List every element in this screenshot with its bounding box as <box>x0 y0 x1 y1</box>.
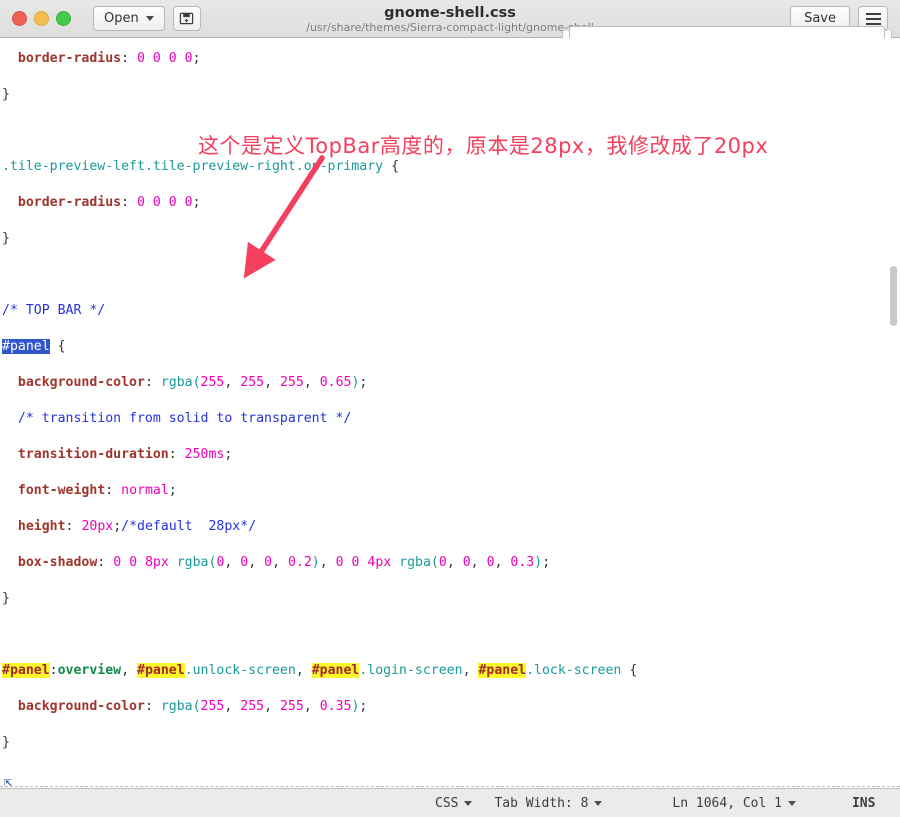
cursor-position-selector[interactable]: Ln 1064, Col 1 <box>672 796 796 811</box>
save-as-button[interactable] <box>172 6 201 31</box>
code-line: box-shadow: 0 0 8px rgba(0, 0, 0, 0.2), … <box>17 555 551 570</box>
vertical-scrollbar[interactable] <box>887 38 900 788</box>
code-line: } <box>2 231 10 246</box>
tab-width-selector[interactable]: Tab Width: 8 <box>494 795 603 811</box>
open-button[interactable]: Open <box>93 6 165 31</box>
cursor-position-label: Ln 1064, Col 1 <box>672 795 782 811</box>
language-selector[interactable]: CSS <box>435 795 473 811</box>
code-line: #panel:overview, #panel.unlock-screen, #… <box>2 663 638 678</box>
hamburger-menu-icon <box>865 12 881 25</box>
code-line: } <box>2 735 10 750</box>
vertical-scrollbar-thumb[interactable] <box>890 266 897 326</box>
maximize-window-button[interactable] <box>56 11 71 26</box>
language-label: CSS <box>435 795 459 811</box>
code-line: height: 20px;/*default 28px*/ <box>17 519 257 534</box>
chevron-down-icon <box>787 800 796 806</box>
code-line: font-weight: normal; <box>17 483 177 498</box>
code-line: border-radius: 0 0 0 0; <box>17 195 201 210</box>
close-window-button[interactable] <box>12 11 27 26</box>
code-line: } <box>2 87 10 102</box>
window-controls <box>12 11 71 26</box>
annotation-text: 这个是定义TopBar高度的，原本是28px，我修改成了20px <box>198 134 769 158</box>
save-button-label: Save <box>804 11 836 26</box>
code-line: /* TOP BAR */ <box>2 303 106 318</box>
insert-mode-label: INS <box>851 795 876 811</box>
insert-mode-indicator[interactable]: INS <box>852 796 875 811</box>
code-line: .tile-preview-left.tile-preview-right.on… <box>2 159 400 174</box>
code-line-selected: #panel { <box>2 339 66 354</box>
chevron-down-icon <box>594 800 603 806</box>
open-button-label: Open <box>104 11 139 26</box>
code-line: /* transition from solid to transparent … <box>17 411 352 426</box>
status-bar: CSS Tab Width: 8 Ln 1064, Col 1 INS <box>0 788 900 817</box>
chevron-down-icon <box>464 800 473 806</box>
code-line: background-color: rgba(255, 255, 255, 0.… <box>17 375 368 390</box>
code-line: transition-duration: 250ms; <box>17 447 233 462</box>
code-line: border-radius: 0 0 0 0; <box>17 51 201 66</box>
minimize-window-button[interactable] <box>34 11 49 26</box>
chevron-down-icon <box>145 16 154 21</box>
code-line: } <box>2 591 10 606</box>
save-as-icon <box>180 12 194 25</box>
page-guide-line <box>0 786 900 787</box>
code-line: background-color: rgba(255, 255, 255, 0.… <box>17 699 368 714</box>
tab-width-label: Tab Width: 8 <box>494 795 589 811</box>
